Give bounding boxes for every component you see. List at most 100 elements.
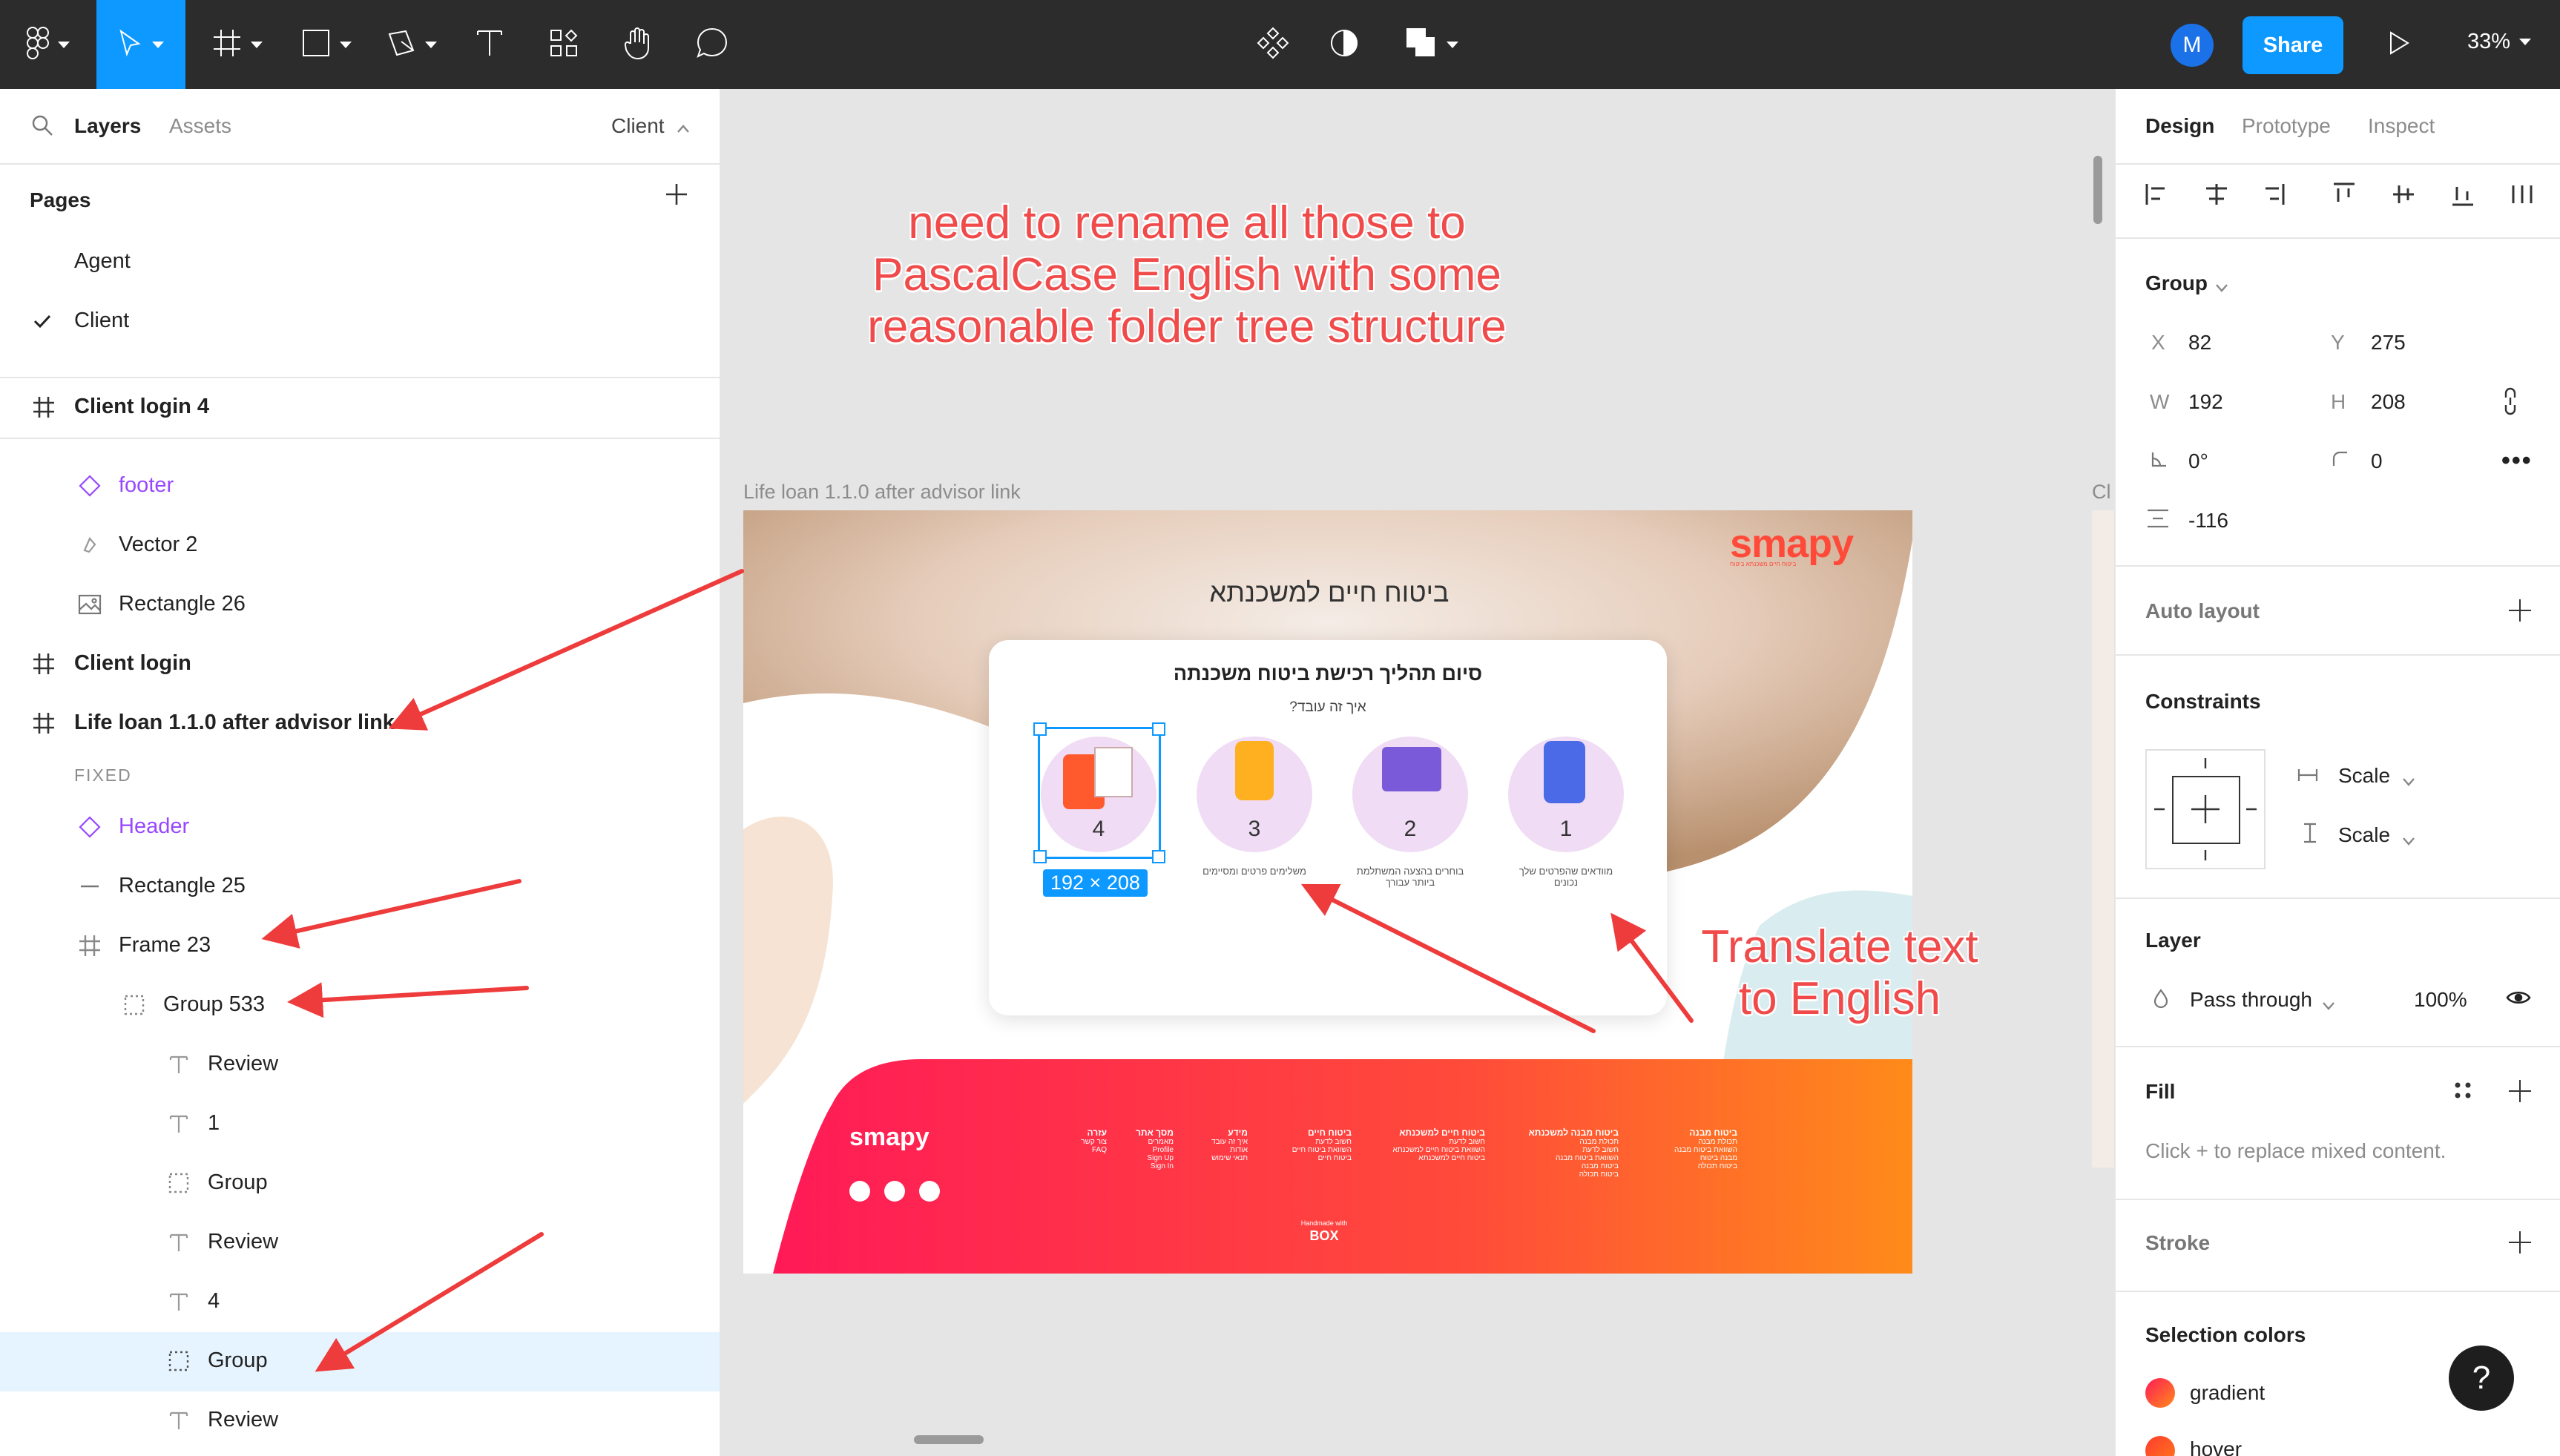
footer-link[interactable]: Profile — [1122, 1146, 1174, 1154]
footer-link[interactable]: ביטוח מבנה — [1500, 1162, 1619, 1170]
footer-link[interactable]: ביטוח תכולה — [1500, 1170, 1619, 1179]
layer-rectangle-25[interactable]: Rectangle 25 — [0, 857, 720, 917]
layer-text-1[interactable]: 1 — [0, 1095, 720, 1154]
horizontal-scrollbar[interactable] — [914, 1435, 984, 1444]
user-avatar[interactable]: M — [2171, 24, 2214, 67]
continue-button[interactable]: המשך — [1271, 960, 1382, 971]
layer-footer[interactable]: footer — [0, 457, 720, 516]
layer-review-2[interactable]: Review — [0, 1213, 720, 1273]
shape-tool-button[interactable] — [293, 0, 360, 89]
eye-visibility-icon[interactable] — [2506, 988, 2531, 1012]
hand-tool-button[interactable] — [616, 0, 660, 89]
layer-group-533[interactable]: Group 533 — [0, 976, 720, 1035]
layer-rectangle-26[interactable]: Rectangle 26 — [0, 576, 720, 635]
color-swatch-gradient[interactable] — [2145, 1378, 2175, 1408]
style-grid-icon[interactable] — [2452, 1080, 2473, 1106]
footer-link[interactable]: איך זה עובד — [1188, 1138, 1248, 1146]
resize-handle[interactable] — [1152, 850, 1165, 863]
layer-frame-23[interactable]: Frame 23 — [0, 917, 720, 976]
comment-tool-button[interactable] — [690, 0, 734, 89]
corner-radius-input[interactable]: 0 — [2371, 449, 2383, 473]
alignment-toolbar[interactable] — [2142, 179, 2543, 209]
footer-link[interactable]: השוואת ביטוח חיים למשכנתא — [1366, 1146, 1485, 1154]
facebook-icon[interactable] — [849, 1181, 870, 1202]
opacity-input[interactable]: 100% — [2414, 988, 2467, 1012]
footer-link[interactable]: חשוב לדעת — [1500, 1146, 1619, 1154]
pen-tool-button[interactable] — [378, 0, 445, 89]
horizontal-constraint-select[interactable]: Scale — [2338, 764, 2390, 788]
add-page-icon[interactable] — [665, 182, 688, 211]
linkedin-icon[interactable] — [884, 1181, 905, 1202]
footer-link[interactable]: תנאי שימוש — [1188, 1154, 1248, 1162]
constrain-proportions-icon[interactable] — [2503, 387, 2518, 421]
page-selector[interactable]: Client — [611, 114, 665, 138]
footer-link[interactable]: השוואת ביטוח מבנה — [1500, 1154, 1619, 1162]
layer-review-3[interactable]: Review — [0, 1391, 720, 1451]
more-options-icon[interactable]: ••• — [2501, 447, 2533, 475]
help-button[interactable]: ? — [2449, 1345, 2514, 1411]
move-tool-button[interactable] — [96, 0, 185, 89]
layer-text-4[interactable]: 4 — [0, 1273, 720, 1332]
width-input[interactable]: 192 — [2188, 390, 2223, 414]
tab-layers[interactable]: Layers — [74, 114, 141, 138]
share-button[interactable]: Share — [2243, 16, 2343, 74]
zoom-control[interactable]: 33% — [2467, 30, 2532, 54]
main-menu-button[interactable] — [15, 0, 82, 89]
search-icon[interactable] — [31, 114, 53, 142]
layer-client-login[interactable]: Client login — [0, 635, 720, 694]
vertical-constraint-select[interactable]: Scale — [2338, 823, 2390, 847]
layer-group-2-selected[interactable]: Group — [0, 1332, 720, 1391]
frame-label[interactable]: Life loan 1.1.0 after advisor link — [743, 481, 1021, 504]
text-tool-button[interactable] — [467, 0, 512, 89]
footer-link[interactable]: ביטוח חיים למשכנתא — [1366, 1154, 1485, 1162]
color-swatch-hover[interactable] — [2145, 1436, 2175, 1456]
footer-link[interactable]: מאמרים — [1122, 1138, 1174, 1146]
group-section-title[interactable]: Group — [2145, 271, 2208, 295]
layer-group-1[interactable]: Group — [0, 1154, 720, 1213]
layer-vector-2[interactable]: Vector 2 — [0, 516, 720, 576]
footer-link[interactable]: חשוב לדעת — [1366, 1138, 1485, 1146]
footer-link[interactable]: מבנה ביטוח — [1633, 1154, 1737, 1162]
page-item-client[interactable]: Client — [0, 292, 720, 352]
google-plus-icon[interactable] — [919, 1181, 940, 1202]
vertical-scrollbar[interactable] — [2093, 156, 2102, 224]
resize-handle[interactable] — [1033, 850, 1047, 863]
footer-link[interactable]: חשוב לדעת — [1263, 1138, 1352, 1146]
footer-link[interactable]: ביטוח חיים — [1263, 1154, 1352, 1162]
footer-link[interactable]: תכולת מבנה — [1500, 1138, 1619, 1146]
frame-label-clipped[interactable]: Cl — [2092, 481, 2111, 504]
footer-link[interactable]: Sign Up — [1122, 1154, 1174, 1162]
footer-link[interactable]: תכולת מבנה — [1633, 1138, 1737, 1146]
present-button[interactable] — [2377, 0, 2421, 89]
footer-link[interactable]: ביטוח תכולה — [1633, 1162, 1737, 1170]
layer-review-1[interactable]: Review — [0, 1035, 720, 1095]
blend-mode-select[interactable]: Pass through — [2190, 988, 2312, 1012]
x-input[interactable]: 82 — [2188, 331, 2211, 355]
add-stroke-icon[interactable] — [2509, 1231, 2531, 1254]
constraints-widget[interactable] — [2145, 749, 2265, 869]
rotation-input[interactable]: 0° — [2188, 449, 2208, 473]
tab-assets[interactable]: Assets — [169, 114, 231, 138]
design-frame[interactable]: smapy ביטוח חיים משכנתא ביטוח ביטוח חיים… — [743, 510, 1912, 1274]
footer-link[interactable]: השוואת ביטוח חיים — [1263, 1146, 1352, 1154]
page-item-agent[interactable]: Agent — [0, 233, 720, 292]
boolean-ops-button[interactable] — [1402, 0, 1461, 89]
tab-inspect[interactable]: Inspect — [2368, 114, 2435, 138]
spacing-input[interactable]: -116 — [2188, 509, 2228, 533]
resize-handle[interactable] — [1033, 722, 1047, 736]
height-input[interactable]: 208 — [2371, 390, 2406, 414]
tab-design[interactable]: Design — [2145, 114, 2214, 138]
selection-color-label[interactable]: hover — [2190, 1437, 2242, 1456]
frame-tool-button[interactable] — [204, 0, 271, 89]
selection-color-label[interactable]: gradient — [2190, 1381, 2265, 1405]
layer-client-login-4[interactable]: Client login 4 — [0, 378, 720, 438]
footer-link[interactable]: אודות — [1188, 1146, 1248, 1154]
add-auto-layout-icon[interactable] — [2509, 599, 2531, 622]
mask-toggle-button[interactable] — [1322, 0, 1366, 89]
add-fill-icon[interactable] — [2509, 1080, 2531, 1102]
footer-link[interactable]: צור קשר — [1062, 1138, 1107, 1146]
tab-prototype[interactable]: Prototype — [2242, 114, 2331, 138]
components-center-button[interactable] — [1251, 0, 1295, 89]
resize-handle[interactable] — [1152, 722, 1165, 736]
footer-link[interactable]: Sign In — [1122, 1162, 1174, 1170]
